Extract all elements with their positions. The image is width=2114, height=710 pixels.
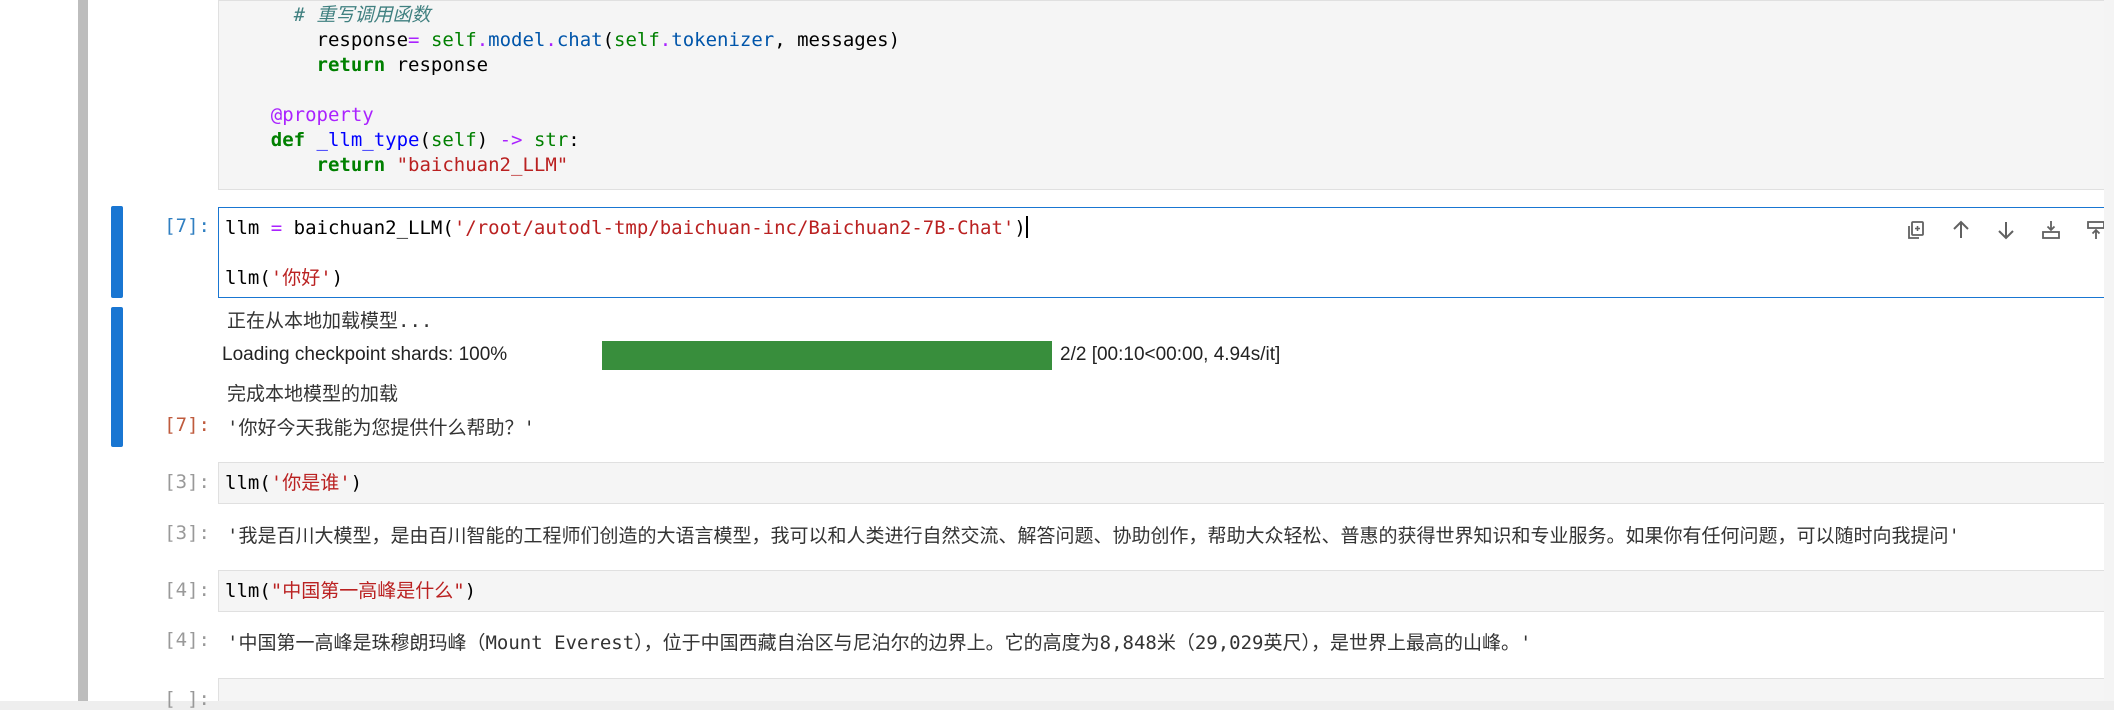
code-token: llm( [225, 580, 271, 602]
code-token: ) [1014, 217, 1026, 239]
text-cursor [1025, 216, 1028, 238]
code-token: _llm_type [316, 129, 420, 151]
code-token: "baichuan2_LLM" [396, 154, 569, 176]
code-cell-input[interactable]: llm("中国第一高峰是什么") [218, 570, 2114, 612]
code-cell-input-active[interactable]: llm = baichuan2_LLM('/root/autodl-tmp/ba… [218, 207, 2114, 298]
code-token: llm( [225, 472, 271, 494]
stderr-output-line: 正在从本地加载模型... [227, 310, 433, 332]
code-token: # [293, 4, 317, 26]
code-line[interactable]: llm('你是谁') [225, 471, 362, 496]
input-prompt: [4]: [164, 579, 210, 601]
execute-result: '你好今天我能为您提供什么帮助？' [227, 417, 535, 439]
code-line[interactable]: llm('你好') [225, 266, 343, 291]
code-token: . [545, 29, 557, 51]
code-token: @property [270, 104, 374, 126]
code-token: . [476, 29, 489, 51]
code-token: -> [499, 129, 523, 151]
input-prompt: [7]: [164, 215, 210, 237]
code-token: response [316, 29, 409, 51]
code-token: str [533, 129, 569, 151]
code-token: chat [556, 29, 603, 51]
code-token: '你是谁' [270, 472, 351, 494]
code-token: response [385, 54, 489, 76]
code-token: model [488, 29, 546, 51]
code-token: tokenizer [671, 29, 775, 51]
code-cell-input[interactable]: # 重写调用函数 response= self.model.chat(self.… [218, 0, 2114, 190]
code-line[interactable]: @property [225, 103, 374, 128]
code-token: return [316, 54, 386, 76]
code-token: ) [464, 580, 477, 602]
progress-label: Loading checkpoint shards: 100% [222, 344, 508, 365]
code-token: = [270, 217, 283, 239]
output-prompt: [7]: [164, 414, 210, 436]
duplicate-cell-button[interactable] [1901, 215, 1931, 245]
code-token: self [430, 29, 477, 51]
code-token: ( [419, 129, 431, 151]
code-token: def [270, 129, 306, 151]
code-token: self [614, 29, 660, 51]
move-down-button[interactable] [1991, 215, 2021, 245]
code-token: baichuan2_LLM( [282, 217, 454, 239]
code-line[interactable]: llm("中国第一高峰是什么") [225, 579, 476, 604]
code-token: self [430, 129, 477, 151]
code-token: . [659, 29, 672, 51]
progress-bar [602, 341, 1052, 370]
code-token: '你好' [270, 267, 332, 289]
code-line[interactable]: def _llm_type(self) -> str: [225, 128, 580, 153]
progress-bar-fill [602, 341, 1052, 370]
execute-result: '中国第一高峰是珠穆朗玛峰（Mount Everest），位于中国西藏自治区与尼… [227, 632, 1532, 654]
stderr-output-line: 完成本地模型的加载 [227, 383, 399, 405]
output-prompt: [3]: [164, 522, 210, 544]
code-token: : [568, 129, 580, 151]
left-gutter [0, 0, 78, 701]
code-token: llm [225, 217, 271, 239]
move-up-button[interactable] [1946, 215, 1976, 245]
code-cell-input[interactable]: llm('你是谁') [218, 462, 2114, 504]
code-token: = [408, 29, 420, 51]
left-panel-divider[interactable] [78, 0, 88, 701]
move-down-icon [1998, 222, 2014, 240]
duplicate-icon [1908, 221, 1924, 239]
output-prompt: [4]: [164, 629, 210, 651]
vertical-scrollbar[interactable] [2104, 0, 2114, 701]
code-token: "中国第一高峰是什么" [270, 580, 465, 602]
code-cell-input[interactable] [218, 678, 2114, 701]
code-token: , messages) [774, 29, 901, 51]
move-up-icon [1953, 220, 1969, 238]
code-line[interactable]: return "baichuan2_LLM" [225, 153, 569, 178]
code-token: ) [350, 472, 363, 494]
code-line[interactable]: return response [225, 53, 489, 78]
code-token: llm( [225, 267, 271, 289]
code-token: return [316, 154, 386, 176]
code-token: '/root/autodl-tmp/baichuan-inc/Baichuan2… [453, 217, 1015, 239]
code-line[interactable]: response= self.model.chat(self.tokenizer… [225, 28, 901, 53]
insert-below-button[interactable] [2036, 215, 2066, 245]
code-token: ) [331, 267, 344, 289]
progress-stats: 2/2 [00:10<00:00, 4.94s/it] [1060, 344, 1281, 365]
code-token: ) [476, 129, 500, 151]
input-prompt: [ ]: [164, 688, 210, 710]
code-line[interactable]: llm = baichuan2_LLM('/root/autodl-tmp/ba… [225, 216, 1028, 241]
notebook-panel: # 重写调用函数 response= self.model.chat(self.… [88, 0, 2114, 710]
execute-result: '我是百川大模型，是由百川智能的工程师们创造的大语言模型，我可以和人类进行自然交… [227, 525, 1960, 547]
code-line[interactable]: # 重写调用函数 [225, 3, 431, 28]
code-token: ( [602, 29, 615, 51]
input-prompt: [3]: [164, 471, 210, 493]
insert-below-icon [2042, 221, 2060, 239]
code-token: 重写调用函数 [316, 4, 431, 26]
